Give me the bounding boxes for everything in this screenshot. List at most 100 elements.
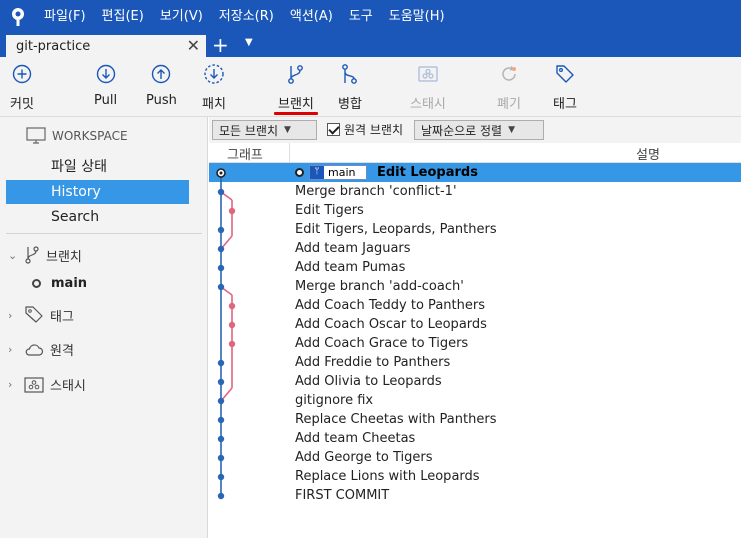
sidebar-section-stashes[interactable]: › 스태시 bbox=[8, 375, 86, 394]
menu-actions[interactable]: 액션(A) bbox=[282, 0, 341, 33]
add-tab-icon[interactable]: + bbox=[212, 34, 229, 56]
stash-label: 스태시 bbox=[410, 97, 446, 112]
merge-label: 병합 bbox=[338, 97, 362, 112]
graph-head-node-center bbox=[219, 171, 223, 175]
branch-badge[interactable]: ᛘ main bbox=[309, 165, 367, 180]
discard-label: 폐기 bbox=[497, 97, 521, 112]
patch-button[interactable]: 패치 bbox=[202, 57, 226, 115]
column-separator[interactable] bbox=[289, 143, 290, 163]
graph-commit-node bbox=[217, 359, 225, 367]
menu-repository[interactable]: 저장소(R) bbox=[211, 0, 282, 33]
pull-label: Pull bbox=[94, 93, 118, 108]
workspace-header: WORKSPACE bbox=[26, 127, 128, 145]
branch-filter-value: 모든 브랜치 bbox=[219, 123, 279, 138]
tags-label: 태그 bbox=[50, 309, 74, 325]
commit-label: 커밋 bbox=[10, 97, 34, 112]
graph-commit-node bbox=[217, 435, 225, 443]
tab-title: git-practice bbox=[16, 38, 91, 54]
graph-commit-node bbox=[217, 226, 225, 234]
tab-git-practice[interactable]: git-practice ✕ bbox=[6, 35, 206, 57]
commit-message: Replace Cheetas with Panthers bbox=[295, 412, 497, 427]
cloud-icon bbox=[25, 343, 44, 356]
discard-icon bbox=[498, 57, 520, 91]
fetch-dashed-circle-icon bbox=[203, 57, 225, 91]
graph-branch-node bbox=[228, 340, 236, 348]
current-branch-dot-icon bbox=[32, 279, 41, 288]
graph-commit-node bbox=[217, 416, 225, 424]
commit-message: Add George to Tigers bbox=[295, 450, 433, 465]
push-button[interactable]: Push bbox=[146, 57, 177, 115]
head-indicator-icon bbox=[295, 168, 304, 177]
branch-icon: ᛘ bbox=[310, 166, 324, 179]
commit-button[interactable]: 커밋 bbox=[10, 57, 34, 115]
sidebar-item-search[interactable]: Search bbox=[6, 205, 189, 229]
commit-message: Add team Pumas bbox=[295, 260, 406, 275]
column-header-description[interactable]: 설명 bbox=[636, 144, 660, 163]
menu-file[interactable]: 파일(F) bbox=[36, 0, 94, 33]
sidebar: WORKSPACE 파일 상태 History Search ⌄ 브랜치 mai… bbox=[0, 117, 208, 538]
graph-commit-node bbox=[217, 188, 225, 196]
sidebar-item-history[interactable]: History bbox=[6, 180, 189, 204]
pull-button[interactable]: Pull bbox=[94, 57, 117, 115]
commit-message: Merge branch 'conflict-1' bbox=[295, 184, 457, 199]
monitor-icon bbox=[26, 127, 46, 144]
graph-commit-node bbox=[217, 264, 225, 272]
branches-label: 브랜치 bbox=[46, 249, 82, 265]
sidebar-section-tags[interactable]: › 태그 bbox=[8, 305, 74, 325]
active-underline bbox=[274, 112, 318, 115]
commit-message: gitignore fix bbox=[295, 393, 374, 408]
graph-commit-node bbox=[217, 397, 225, 405]
stash-button[interactable]: 스태시 bbox=[410, 57, 446, 115]
branch-button[interactable]: 브랜치 bbox=[274, 57, 318, 115]
remote-branches-label: 원격 브랜치 bbox=[344, 123, 404, 137]
sidebar-divider bbox=[6, 233, 202, 234]
sidebar-item-file-status[interactable]: 파일 상태 bbox=[6, 155, 189, 179]
commit-message: Edit Tigers bbox=[295, 203, 364, 218]
branch-filter-dropdown[interactable]: 모든 브랜치 ▼ bbox=[212, 120, 317, 140]
sidebar-section-branches[interactable]: ⌄ 브랜치 bbox=[8, 245, 82, 265]
merge-icon bbox=[340, 57, 360, 91]
close-icon[interactable]: ✕ bbox=[187, 36, 200, 55]
menu-edit[interactable]: 편집(E) bbox=[94, 0, 152, 33]
commit-list-header: 그래프 설명 bbox=[209, 143, 741, 163]
sort-dropdown[interactable]: 날짜순으로 정렬 ▼ bbox=[414, 120, 544, 140]
branch-icon bbox=[25, 246, 39, 264]
stash-icon bbox=[24, 376, 44, 393]
graph-commit-node bbox=[217, 283, 225, 291]
graph-commit-node bbox=[217, 245, 225, 253]
chevron-down-icon: ▼ bbox=[284, 125, 291, 135]
sort-value: 날짜순으로 정렬 bbox=[421, 123, 503, 138]
tag-button[interactable]: 태그 bbox=[553, 57, 577, 115]
discard-button[interactable]: 폐기 bbox=[497, 57, 521, 115]
chevron-right-icon: › bbox=[8, 378, 13, 391]
commit-message: Add Coach Teddy to Panthers bbox=[295, 298, 485, 313]
graph-branch-node bbox=[228, 207, 236, 215]
stash-icon bbox=[417, 57, 439, 91]
chevron-down-icon: ⌄ bbox=[8, 248, 18, 262]
tab-list-dropdown-icon[interactable]: ▼ bbox=[245, 37, 253, 48]
remote-branches-checkbox[interactable]: 원격 브랜치 bbox=[327, 121, 403, 138]
chevron-right-icon: › bbox=[8, 308, 13, 322]
sidebar-section-remotes[interactable]: › 원격 bbox=[8, 340, 74, 359]
merge-button[interactable]: 병합 bbox=[338, 57, 362, 115]
commit-message: Add Coach Oscar to Leopards bbox=[295, 317, 487, 332]
menu-help[interactable]: 도움말(H) bbox=[381, 0, 453, 33]
commit-message: Merge branch 'add-coach' bbox=[295, 279, 464, 294]
commit-list: ᛘ main Edit Leopards Merge branch 'conflict… bbox=[209, 163, 741, 538]
commit-message: Edit Leopards bbox=[377, 165, 478, 180]
toolbar: 커밋 Pull Push 패치 브랜치 병합 스태시 폐기 태그 bbox=[0, 57, 741, 117]
sidebar-branch-main[interactable]: main bbox=[32, 276, 87, 291]
push-label: Push bbox=[146, 93, 177, 108]
chevron-down-icon: ▼ bbox=[508, 125, 516, 135]
graph-commit-node bbox=[217, 473, 225, 481]
commit-message: Replace Lions with Leopards bbox=[295, 469, 480, 484]
menu-view[interactable]: 보기(V) bbox=[152, 0, 211, 33]
commit-message: Add Olivia to Leopards bbox=[295, 374, 442, 389]
commit-message: FIRST COMMIT bbox=[295, 488, 390, 503]
commit-message: Add Freddie to Panthers bbox=[295, 355, 451, 370]
column-header-graph[interactable]: 그래프 bbox=[227, 144, 263, 163]
tag-icon bbox=[554, 57, 576, 91]
graph-branch-node bbox=[228, 321, 236, 329]
filter-bar: 모든 브랜치 ▼ 원격 브랜치 날짜순으로 정렬 ▼ bbox=[209, 117, 741, 143]
menu-tools[interactable]: 도구 bbox=[341, 0, 381, 33]
